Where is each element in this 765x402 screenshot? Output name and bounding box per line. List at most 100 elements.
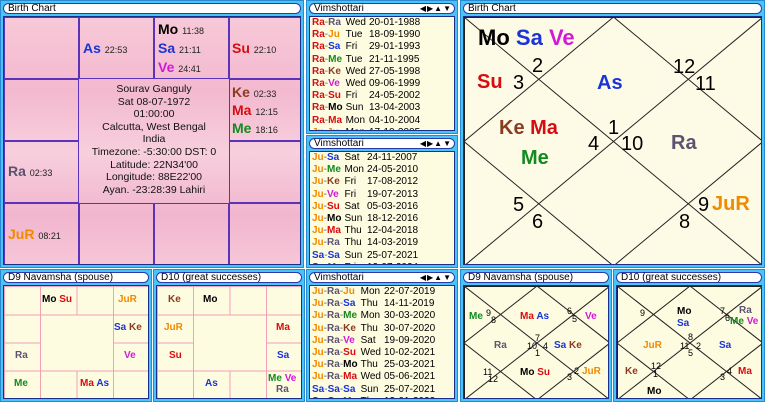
planet-code: Ve [328, 78, 340, 90]
panel-titlebar[interactable]: Vimshottari ◀ ▶ ▲ ▼ [309, 138, 455, 149]
dasha-lords: Sa-Sa-Me [310, 396, 361, 398]
dasha-lords: Ra-Ju [312, 29, 340, 41]
dasha-row[interactable]: Sa-MeFri12-07-2024 [310, 262, 421, 264]
planet-code: Ra [327, 347, 340, 359]
dasha-row[interactable]: Sa-Sa-Sa Sun 25-07-2021 [310, 384, 438, 396]
dasha-day: Sat [360, 334, 376, 346]
house-number: 4 [588, 133, 600, 155]
dasha-row[interactable]: Ra-Ke Wed 27-05-1998 [310, 66, 423, 78]
dasha-row[interactable]: Sa-Sa-MeThu13-01-2022 [310, 396, 438, 398]
dasha-lords: Ju-Ma [312, 225, 341, 237]
prev-icon[interactable]: ◀ [420, 139, 426, 148]
dasha-row[interactable]: Ju-Ra-Ve Sat 19-09-2020 [310, 335, 438, 347]
house-cell[interactable] [4, 17, 79, 79]
house-cell[interactable]: Su 22:10 [229, 17, 300, 79]
prev-icon[interactable]: ◀ [420, 4, 426, 13]
panel-titlebar[interactable]: D10 (great successes) [156, 272, 302, 283]
panel-titlebar[interactable]: Birth Chart [3, 3, 301, 14]
dasha-row[interactable]: Ra-Me Tue 21-11-1995 [310, 54, 423, 66]
dasha-row[interactable]: Ju-Ra-Ju Mon 22-07-2019 [310, 286, 438, 298]
dasha-row[interactable]: Ju-Ra-Su Wed 10-02-2021 [310, 347, 438, 359]
dasha-row[interactable]: Ju-Ra-Sa Thu 14-11-2019 [310, 298, 438, 310]
house-cell[interactable] [229, 141, 300, 203]
next-icon[interactable]: ▶ [427, 273, 433, 282]
panel-titlebar[interactable]: D10 (great successes) [616, 272, 762, 283]
dasha-lords: Sa-Me [310, 262, 344, 264]
down-icon[interactable]: ▼ [443, 273, 451, 282]
next-icon[interactable]: ▶ [427, 4, 433, 13]
panel-titlebar[interactable]: Vimshottari ◀ ▶ ▲ ▼ [309, 3, 455, 14]
up-icon[interactable]: ▲ [434, 139, 442, 148]
planet-code: Sa [312, 383, 325, 395]
house-cell[interactable] [4, 79, 79, 141]
house-cell[interactable]: As 22:53 [79, 17, 154, 79]
dasha-row[interactable]: Ra-Ve Wed 09-06-1999 [310, 78, 423, 90]
house-cell[interactable]: Mo 11:38 Sa 21:11 Ve 24:41 [154, 17, 229, 79]
dasha-row[interactable]: Ju-Ra-Me Mon 30-03-2020 [310, 310, 438, 322]
dasha-lords: Ju-Ra [312, 237, 340, 249]
house-cell[interactable]: JuR 08:21 [4, 203, 79, 264]
planet-code: Sa [327, 383, 340, 395]
planet-me: Me [469, 311, 483, 322]
dasha-row[interactable]: Ra-Sa Fri 29-01-1993 [310, 41, 423, 53]
dasha-date: 17-08-2012 [366, 176, 419, 188]
house-number: 10 [621, 133, 644, 155]
dasha-row[interactable]: Ju-Ma Thu 12-04-2018 [310, 225, 421, 237]
up-icon[interactable]: ▲ [434, 273, 442, 282]
dasha-row[interactable]: Ju-Ve Fri 19-07-2013 [310, 189, 421, 201]
planet-code: Sa [328, 41, 341, 53]
house-cell[interactable] [154, 203, 229, 264]
down-icon[interactable]: ▼ [443, 4, 451, 13]
dasha-day: Thu [360, 322, 378, 334]
dasha-row[interactable]: Ra-Ra Wed 20-01-1988 [310, 17, 423, 29]
down-icon[interactable]: ▼ [443, 139, 451, 148]
dasha-row[interactable]: Ju-Ra Thu 14-03-2019 [310, 237, 421, 249]
house-cell[interactable] [229, 203, 300, 264]
dasha-row[interactable]: Ju-Ra-Ke Thu 30-07-2020 [310, 323, 438, 335]
dasha-lords: Ra-Su [312, 90, 341, 102]
planet-code: Ke [327, 176, 340, 188]
panel-titlebar[interactable]: Vimshottari ◀ ▶ ▲ ▼ [309, 272, 455, 283]
dasha-row[interactable]: Ju-Me Mon 24-05-2010 [310, 164, 421, 176]
house-cell[interactable]: Ra 02:33 [4, 141, 79, 203]
planet-as: As [597, 72, 623, 94]
dasha-row[interactable]: Ju-Sa Sat 24-11-2007 [310, 152, 421, 164]
planet-code: Ju [312, 152, 324, 163]
dasha-row[interactable]: Ra-Mo Sun 13-04-2003 [310, 102, 423, 114]
dasha-row[interactable]: Ju-Ra-Ma Wed 05-06-2021 [310, 371, 438, 383]
planet-code: Ma [327, 225, 341, 237]
d10-cell-12: Me Ve [268, 373, 297, 384]
dasha-row[interactable]: Ju-JuMon17-10-2005 [310, 127, 423, 130]
dasha-date: 12-07-2024 [367, 262, 421, 264]
house-number: 3 [567, 372, 573, 382]
dasha-row[interactable]: Ra-Ju Tue 18-09-1990 [310, 29, 423, 41]
next-icon[interactable]: ▶ [427, 139, 433, 148]
dasha-row[interactable]: Ra-Su Fri 24-05-2002 [310, 90, 423, 102]
dasha-date: 14-11-2019 [384, 298, 435, 310]
dasha-date: 04-10-2004 [368, 114, 421, 126]
panel-titlebar[interactable]: D9 Navamsha (spouse) [3, 272, 149, 283]
house-cell[interactable] [79, 203, 154, 264]
dasha-row[interactable]: Ju-Su Sat 05-03-2016 [310, 201, 421, 213]
house-number: 2 [574, 366, 580, 376]
planet-code: Me [327, 164, 341, 176]
dasha-lords: Ju-Ju [310, 127, 346, 130]
up-icon[interactable]: ▲ [434, 4, 442, 13]
planet-code: Ra [312, 41, 325, 53]
dasha-row[interactable]: Ju-Ra-Mo Thu 25-03-2021 [310, 359, 438, 371]
panel-titlebar[interactable]: Birth Chart [463, 3, 762, 14]
dasha-date: 18-09-1990 [368, 29, 421, 41]
dasha-date: 05-06-2021 [384, 371, 436, 383]
house-cell[interactable]: Ke 02:33 Ma 12:15 Me 18:16 [229, 79, 300, 141]
dasha-day: Sun [344, 213, 363, 225]
panel-titlebar[interactable]: D9 Navamsha (spouse) [463, 272, 609, 283]
dasha-lords: Ju-Ra-Mo [312, 359, 358, 371]
planet-ke: Ke [168, 294, 181, 305]
north-birth-chart-panel: Birth Chart Mo Sa Ve Su As Ke Ma Me Ra J… [460, 0, 765, 268]
dasha-row[interactable]: Sa-Sa Sun 25-07-2021 [310, 250, 421, 262]
planet-code: Ju [328, 29, 340, 41]
dasha-row[interactable]: Ju-Ke Fri 17-08-2012 [310, 176, 421, 188]
dasha-row[interactable]: Ra-Ma Mon 04-10-2004 [310, 115, 423, 127]
dasha-row[interactable]: Ju-Mo Sun 18-12-2016 [310, 213, 421, 225]
prev-icon[interactable]: ◀ [420, 273, 426, 282]
